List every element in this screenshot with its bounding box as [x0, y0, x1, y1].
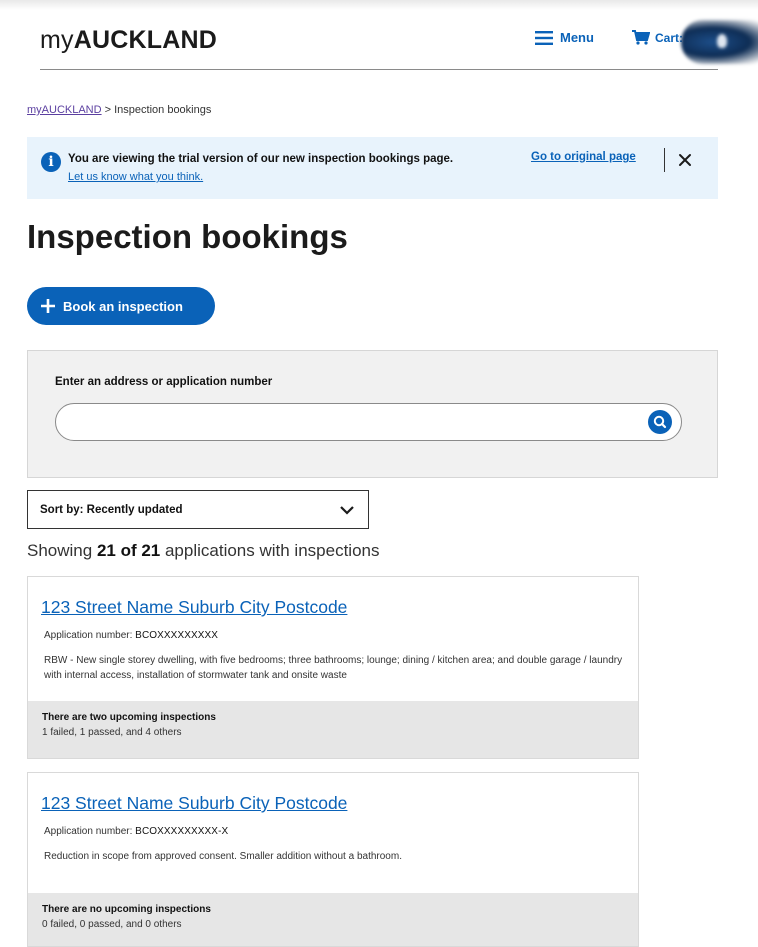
inspection-summary: There are no upcoming inspections 0 fail… — [28, 893, 638, 946]
results-number: 21 of 21 — [96, 541, 161, 560]
breadcrumb-separator: > — [101, 104, 115, 116]
cart-icon — [632, 30, 650, 45]
application-number-value: BCOXXXXXXXXX — [135, 630, 219, 641]
book-inspection-button[interactable]: Book an inspection — [27, 287, 215, 325]
sort-selected-value: Sort by: Recently updated — [40, 504, 183, 516]
results-prefix: Showing — [27, 541, 97, 560]
user-avatar[interactable] — [681, 20, 758, 64]
application-description: Reduction in scope from approved consent… — [44, 851, 402, 862]
search-button[interactable] — [648, 410, 672, 434]
application-number-value: BCOXXXXXXXXX-X — [135, 826, 229, 837]
search-input[interactable] — [55, 403, 682, 441]
close-icon — [679, 154, 691, 166]
search-panel: Enter an address or application number — [27, 350, 718, 478]
site-header: myAUCKLAND Menu Cart: 0 — [40, 18, 718, 70]
results-suffix: applications with inspections — [160, 541, 380, 560]
application-card: 123 Street Name Suburb City Postcode App… — [27, 772, 639, 947]
application-number-label: Application number: — [44, 826, 136, 837]
breadcrumb-home-link[interactable]: myAUCKLAND — [27, 104, 102, 116]
upcoming-inspections: There are no upcoming inspections — [42, 904, 211, 915]
inspection-results: 0 failed, 0 passed, and 0 others — [42, 919, 182, 930]
application-number: Application number: BCOXXXXXXXXX — [44, 630, 218, 641]
notice-message: You are viewing the trial version of our… — [68, 153, 454, 165]
upcoming-inspections: There are two upcoming inspections — [42, 712, 216, 723]
application-number-label: Application number: — [44, 630, 136, 641]
sort-dropdown[interactable]: Sort by: Recently updated — [27, 490, 369, 529]
logo-prefix: my — [40, 26, 74, 54]
site-logo[interactable]: myAUCKLAND — [40, 26, 217, 55]
inspection-results: 1 failed, 1 passed, and 4 others — [42, 727, 182, 738]
application-description: RBW - New single storey dwelling, with f… — [44, 655, 623, 681]
top-shadow — [0, 0, 758, 10]
breadcrumb: myAUCKLAND > Inspection bookings — [27, 104, 211, 116]
menu-label: Menu — [560, 30, 594, 45]
inspection-summary: There are two upcoming inspections 1 fai… — [28, 701, 638, 758]
logo-bold: AUCKLAND — [73, 26, 217, 54]
application-address-link[interactable]: 123 Street Name Suburb City Postcode — [41, 597, 347, 618]
avatar-figure — [717, 34, 727, 48]
trial-notice-banner: i You are viewing the trial version of o… — [27, 137, 718, 199]
page-title: Inspection bookings — [27, 218, 348, 255]
search-icon — [653, 415, 667, 429]
feedback-link[interactable]: Let us know what you think. — [68, 171, 203, 183]
menu-icon — [535, 30, 553, 45]
menu-button[interactable]: Menu — [535, 30, 594, 45]
breadcrumb-current: Inspection bookings — [114, 104, 212, 116]
plus-icon — [41, 299, 55, 313]
go-to-original-link[interactable]: Go to original page — [531, 151, 636, 163]
application-number: Application number: BCOXXXXXXXXX-X — [44, 826, 228, 837]
chevron-down-icon — [340, 506, 354, 515]
info-icon: i — [41, 152, 61, 172]
results-count: Showing 21 of 21 applications with inspe… — [27, 541, 379, 561]
book-inspection-label: Book an inspection — [63, 298, 183, 314]
application-card: 123 Street Name Suburb City Postcode App… — [27, 576, 639, 759]
application-address-link[interactable]: 123 Street Name Suburb City Postcode — [41, 793, 347, 814]
notice-divider — [664, 148, 665, 172]
close-notice-button[interactable] — [675, 148, 695, 172]
search-label: Enter an address or application number — [55, 376, 273, 388]
